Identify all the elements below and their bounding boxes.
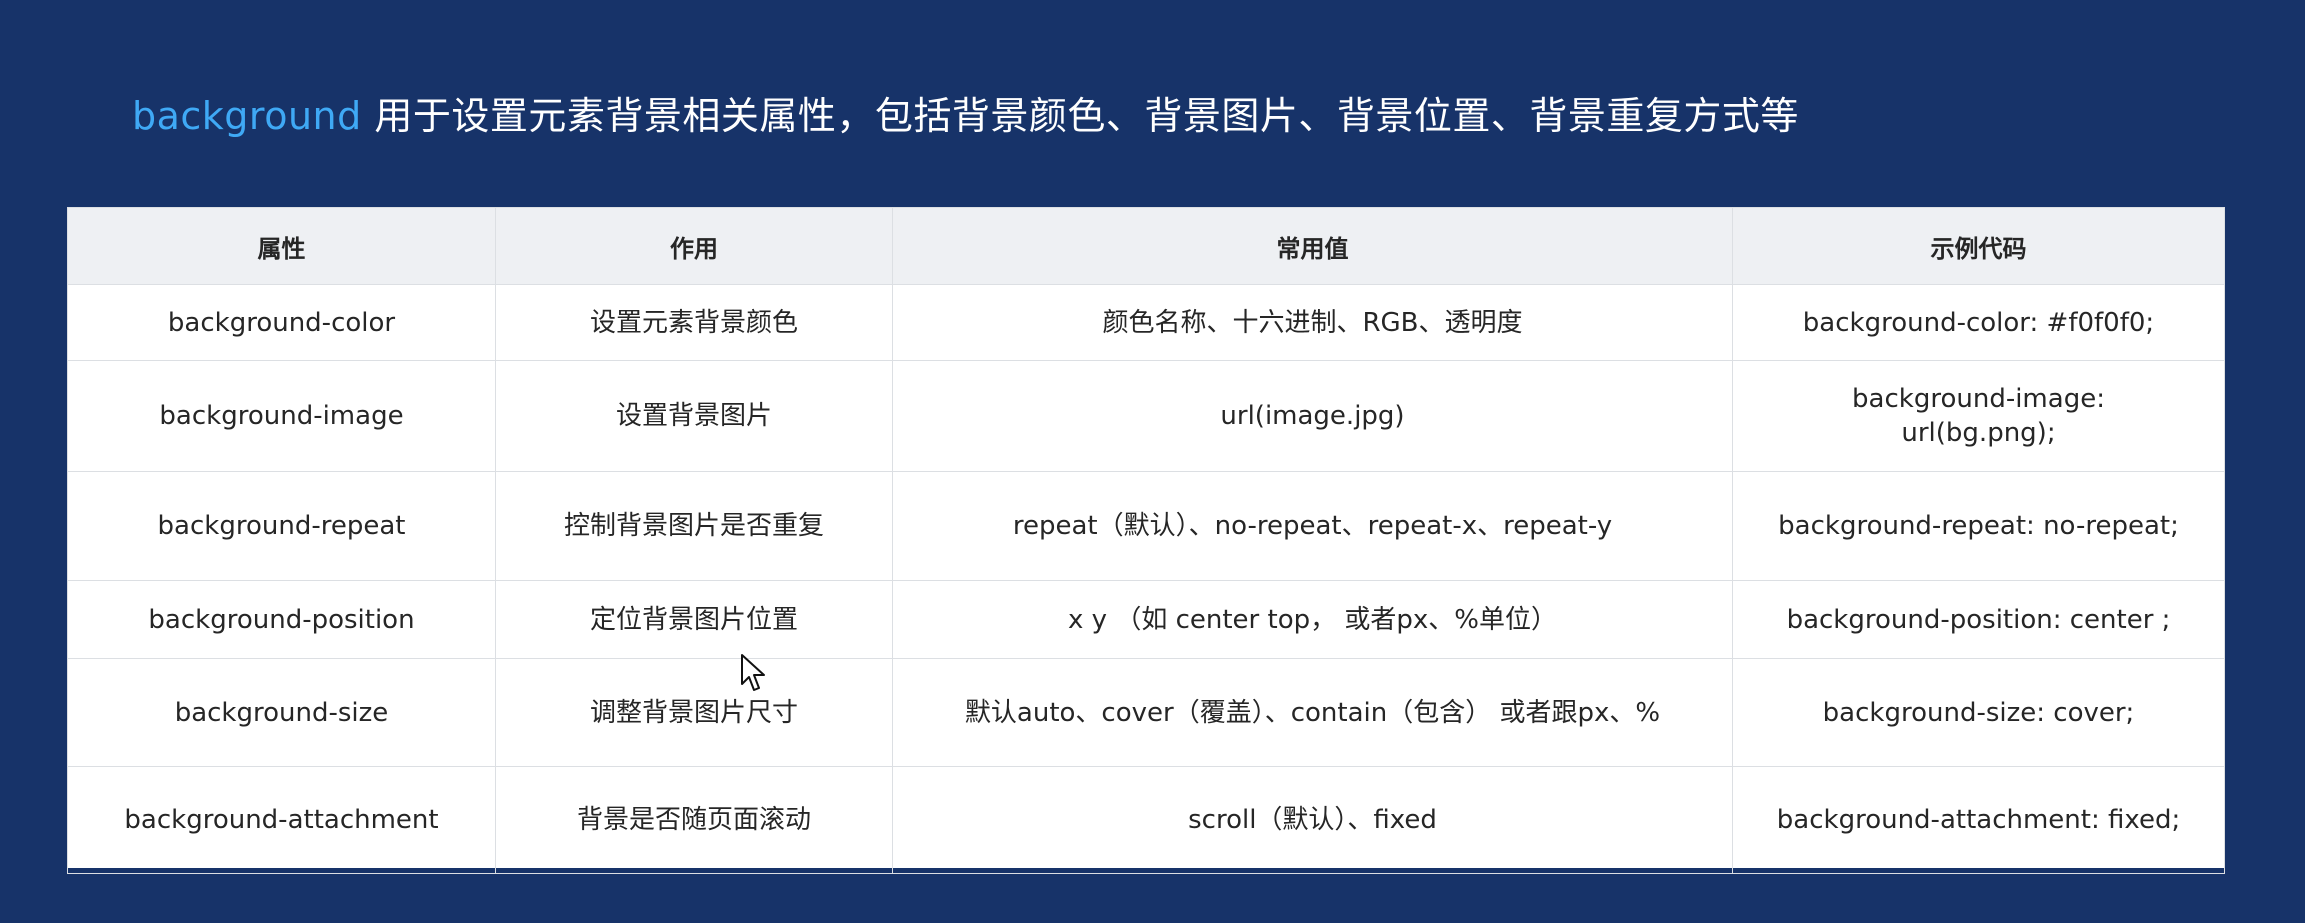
cell-purpose: 调整背景图片尺寸	[495, 658, 893, 767]
example-code-line-1: background-image:	[1852, 384, 2105, 414]
heading-text: 用于设置元素背景相关属性，包括背景颜色、背景图片、背景位置、背景重复方式等	[361, 94, 1799, 138]
header-common-values: 常用值	[892, 207, 1733, 285]
page-heading: background 用于设置元素背景相关属性，包括背景颜色、背景图片、背景位置…	[132, 86, 1799, 146]
properties-table: 属性 作用 常用值 示例代码 background-color 设置元素背景颜色…	[67, 207, 2225, 874]
cell-purpose: 设置背景图片	[495, 360, 893, 472]
cell-purpose: 定位背景图片位置	[495, 580, 893, 659]
cell-property: background-size	[67, 658, 496, 767]
header-example-code: 示例代码	[1732, 207, 2225, 285]
cell-purpose: 设置元素背景颜色	[495, 284, 893, 361]
example-code-line-2: url(bg.png);	[1901, 418, 2056, 448]
cell-common-values: x y （如 center top， 或者px、%单位）	[892, 580, 1733, 659]
cell-property: background-color	[67, 284, 496, 361]
cell-property: background-attachment	[67, 766, 496, 874]
mouse-pointer-icon	[741, 654, 765, 691]
cell-property: background-image	[67, 360, 496, 472]
cell-purpose: 控制背景图片是否重复	[495, 471, 893, 581]
cell-example-code: background-repeat: no-repeat;	[1732, 471, 2225, 581]
cell-property: background-position	[67, 580, 496, 659]
properties-table-container: 属性 作用 常用值 示例代码 background-color 设置元素背景颜色…	[67, 207, 2225, 874]
cell-common-values: 默认auto、cover（覆盖）、contain（包含） 或者跟px、%	[892, 658, 1733, 767]
table-row: background-repeat 控制背景图片是否重复 repeat（默认）、…	[67, 471, 2225, 581]
header-purpose: 作用	[495, 207, 893, 285]
header-property: 属性	[67, 207, 496, 285]
cell-common-values: scroll（默认）、fixed	[892, 766, 1733, 874]
cell-example-code: background-image: url(bg.png);	[1732, 360, 2225, 472]
heading-keyword: background	[132, 94, 362, 138]
table-row: background-color 设置元素背景颜色 颜色名称、十六进制、RGB、…	[67, 284, 2225, 361]
cell-common-values: 颜色名称、十六进制、RGB、透明度	[892, 284, 1733, 361]
cell-common-values: url(image.jpg)	[892, 360, 1733, 472]
cell-example-code: background-position: center ;	[1732, 580, 2225, 659]
cell-example-code: background-attachment: fixed;	[1732, 766, 2225, 874]
cell-example-code: background-size: cover;	[1732, 658, 2225, 767]
table-row: background-size 调整背景图片尺寸 默认auto、cover（覆盖…	[67, 658, 2225, 767]
table-row: background-attachment 背景是否随页面滚动 scroll（默…	[67, 766, 2225, 874]
table-row: background-position 定位背景图片位置 x y （如 cent…	[67, 580, 2225, 659]
cell-common-values: repeat（默认）、no-repeat、repeat-x、repeat-y	[892, 471, 1733, 581]
table-header-row: 属性 作用 常用值 示例代码	[67, 207, 2225, 285]
cell-example-code: background-color: #f0f0f0;	[1732, 284, 2225, 361]
cell-property: background-repeat	[67, 471, 496, 581]
table-row: background-image 设置背景图片 url(image.jpg) b…	[67, 360, 2225, 472]
cell-purpose: 背景是否随页面滚动	[495, 766, 893, 874]
